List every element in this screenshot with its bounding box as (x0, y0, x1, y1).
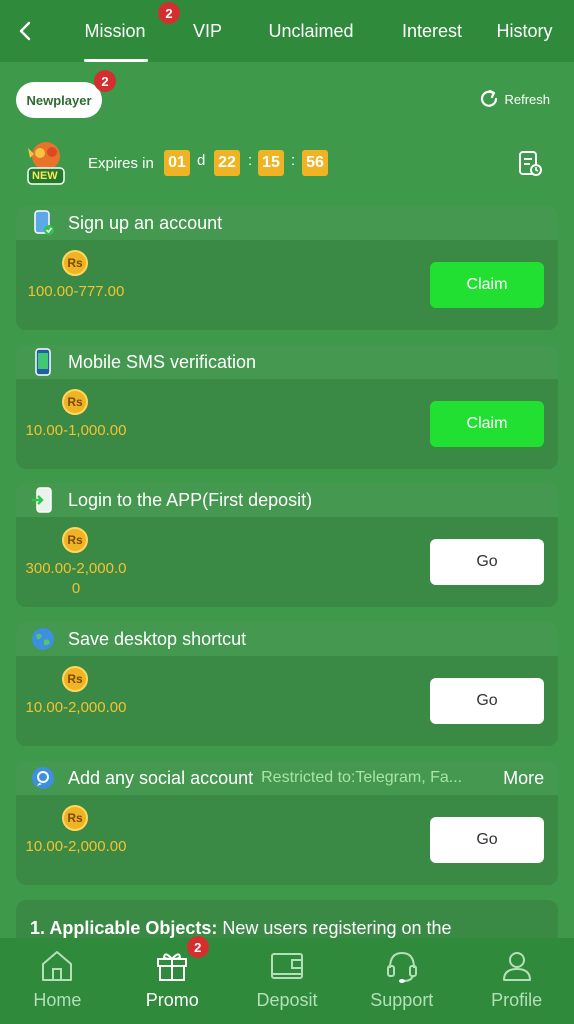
claim-button[interactable]: Claim (430, 262, 544, 308)
tab-mission[interactable]: Mission 2 (50, 0, 180, 62)
go-button[interactable]: Go (430, 678, 544, 724)
home-icon (42, 951, 73, 981)
rupee-coin-icon: Rs (62, 250, 88, 276)
mission-title: Save desktop shortcut (68, 628, 247, 649)
rules-panel: 1. Applicable Objects: New users registe… (16, 900, 558, 938)
new-player-badge-icon: NEW (20, 138, 72, 190)
nav-deposit-label: Deposit (256, 990, 318, 1010)
refresh-label: Refresh (504, 91, 550, 107)
nav-profile-label: Profile (491, 990, 543, 1010)
mission-title: Login to the APP(First deposit) (68, 489, 313, 510)
rupee-coin-icon: Rs (62, 805, 88, 831)
headset-icon (386, 951, 417, 983)
countdown-minutes: 15 (258, 150, 284, 176)
tab-vip-label: VIP (192, 20, 222, 41)
mission-card-header: Save desktop shortcut (16, 622, 558, 656)
nav-promo-label: Promo (145, 990, 199, 1010)
wallet-icon (270, 953, 303, 979)
countdown-days-unit: d (197, 152, 206, 169)
mission-reward-amount: 100.00-777.00 (27, 283, 125, 300)
mission-card: Mobile SMS verification Rs 10.00-1,000.0… (16, 345, 558, 469)
go-button[interactable]: Go (430, 539, 544, 585)
user-icon (502, 952, 531, 981)
countdown-days: 01 (164, 150, 190, 176)
mission-reward-amount: 10.00-2,000.00 (25, 699, 127, 716)
countdown-sep-1: : (248, 152, 253, 169)
mission-card-header: Sign up an account (16, 206, 558, 240)
mission-card-header: Login to the APP(First deposit) (16, 483, 558, 517)
countdown-hours: 22 (214, 150, 240, 176)
mission-restriction: Restricted to:Telegram, Fa... (261, 769, 463, 786)
expires-label: Expires in (88, 155, 154, 172)
nav-promo-badge: 2 (186, 936, 209, 958)
mission-card-header: Add any social account Restricted to:Tel… (16, 761, 558, 795)
expiry-row: NEW Expires in 01 d 22 : 15 : 56 (20, 138, 558, 190)
tab-interest-label: Interest (401, 20, 463, 41)
newplayer-badge: 2 (94, 70, 116, 92)
countdown-seconds: 56 (302, 150, 328, 176)
mission-card: Login to the APP(First deposit) Rs 300.0… (16, 483, 558, 607)
document-clock-icon (519, 151, 542, 176)
gift-icon (157, 953, 188, 981)
nav-home[interactable]: Home (0, 938, 115, 1024)
mission-reward-amount: 10.00-1,000.00 (25, 422, 127, 439)
nav-deposit[interactable]: Deposit (230, 938, 345, 1024)
tab-vip[interactable]: VIP (180, 0, 235, 62)
go-button[interactable]: Go (430, 817, 544, 863)
nav-support[interactable]: Support (344, 938, 459, 1024)
app-login-icon (28, 485, 58, 515)
refresh-icon (481, 89, 498, 107)
nav-support-label: Support (370, 990, 434, 1010)
nav-profile[interactable]: Profile (459, 938, 574, 1024)
chevron-left-icon (19, 21, 31, 41)
bottom-nav: Home 2 Promo Deposit Support Profile (0, 936, 574, 1024)
nav-promo[interactable]: 2 Promo (115, 936, 230, 1024)
rupee-coin-icon: Rs (62, 666, 88, 692)
phone-check-icon (28, 208, 58, 238)
new-badge-text: NEW (32, 170, 58, 182)
mission-card: Add any social account Restricted to:Tel… (16, 761, 558, 885)
tab-mission-badge: 2 (158, 2, 180, 24)
tabs: Mission 2 VIP Unclaimed Interest History (50, 0, 574, 62)
rupee-coin-icon: Rs (62, 527, 88, 553)
top-tab-bar: Mission 2 VIP Unclaimed Interest History (0, 0, 574, 62)
mission-title: Sign up an account (68, 212, 223, 233)
mission-card-header: Mobile SMS verification (16, 345, 558, 379)
tab-history[interactable]: History (477, 0, 572, 62)
tab-history-label: History (496, 20, 553, 41)
refresh-button[interactable]: Refresh (478, 88, 550, 110)
rules-text: New users registering on the (222, 918, 452, 938)
mission-title: Mobile SMS verification (68, 351, 257, 372)
rules-heading: 1. Applicable Objects: (30, 918, 218, 938)
mission-card: Sign up an account Rs 100.00-777.00 Clai… (16, 206, 558, 330)
countdown-sep-2: : (291, 152, 296, 169)
newplayer-filter-button[interactable]: Newplayer 2 (16, 70, 116, 118)
mobile-sms-icon (28, 347, 58, 377)
more-link[interactable]: More (503, 768, 544, 789)
tab-mission-label: Mission (84, 20, 146, 41)
tab-unclaimed[interactable]: Unclaimed (235, 0, 387, 62)
mission-reward-amount: 10.00-2,000.00 (25, 838, 127, 855)
claim-button[interactable]: Claim (430, 401, 544, 447)
back-button[interactable] (0, 0, 50, 62)
main-content: Newplayer 2 Refresh NEW Expires in 01 d … (0, 62, 574, 938)
newplayer-label: Newplayer (26, 92, 92, 108)
tab-interest[interactable]: Interest (387, 0, 477, 62)
mission-card: Save desktop shortcut Rs 10.00-2,000.00 … (16, 622, 558, 746)
filter-row: Newplayer 2 Refresh (16, 70, 558, 118)
mission-reward-amount: 300.00-2,000.00 (25, 560, 127, 597)
globe-icon (28, 624, 58, 654)
tab-unclaimed-label: Unclaimed (268, 20, 354, 41)
mission-title: Add any social account (68, 767, 254, 788)
rupee-coin-icon: Rs (62, 389, 88, 415)
rules-doc-button[interactable] (516, 150, 544, 183)
nav-home-label: Home (33, 990, 82, 1010)
social-chat-icon (28, 763, 58, 793)
